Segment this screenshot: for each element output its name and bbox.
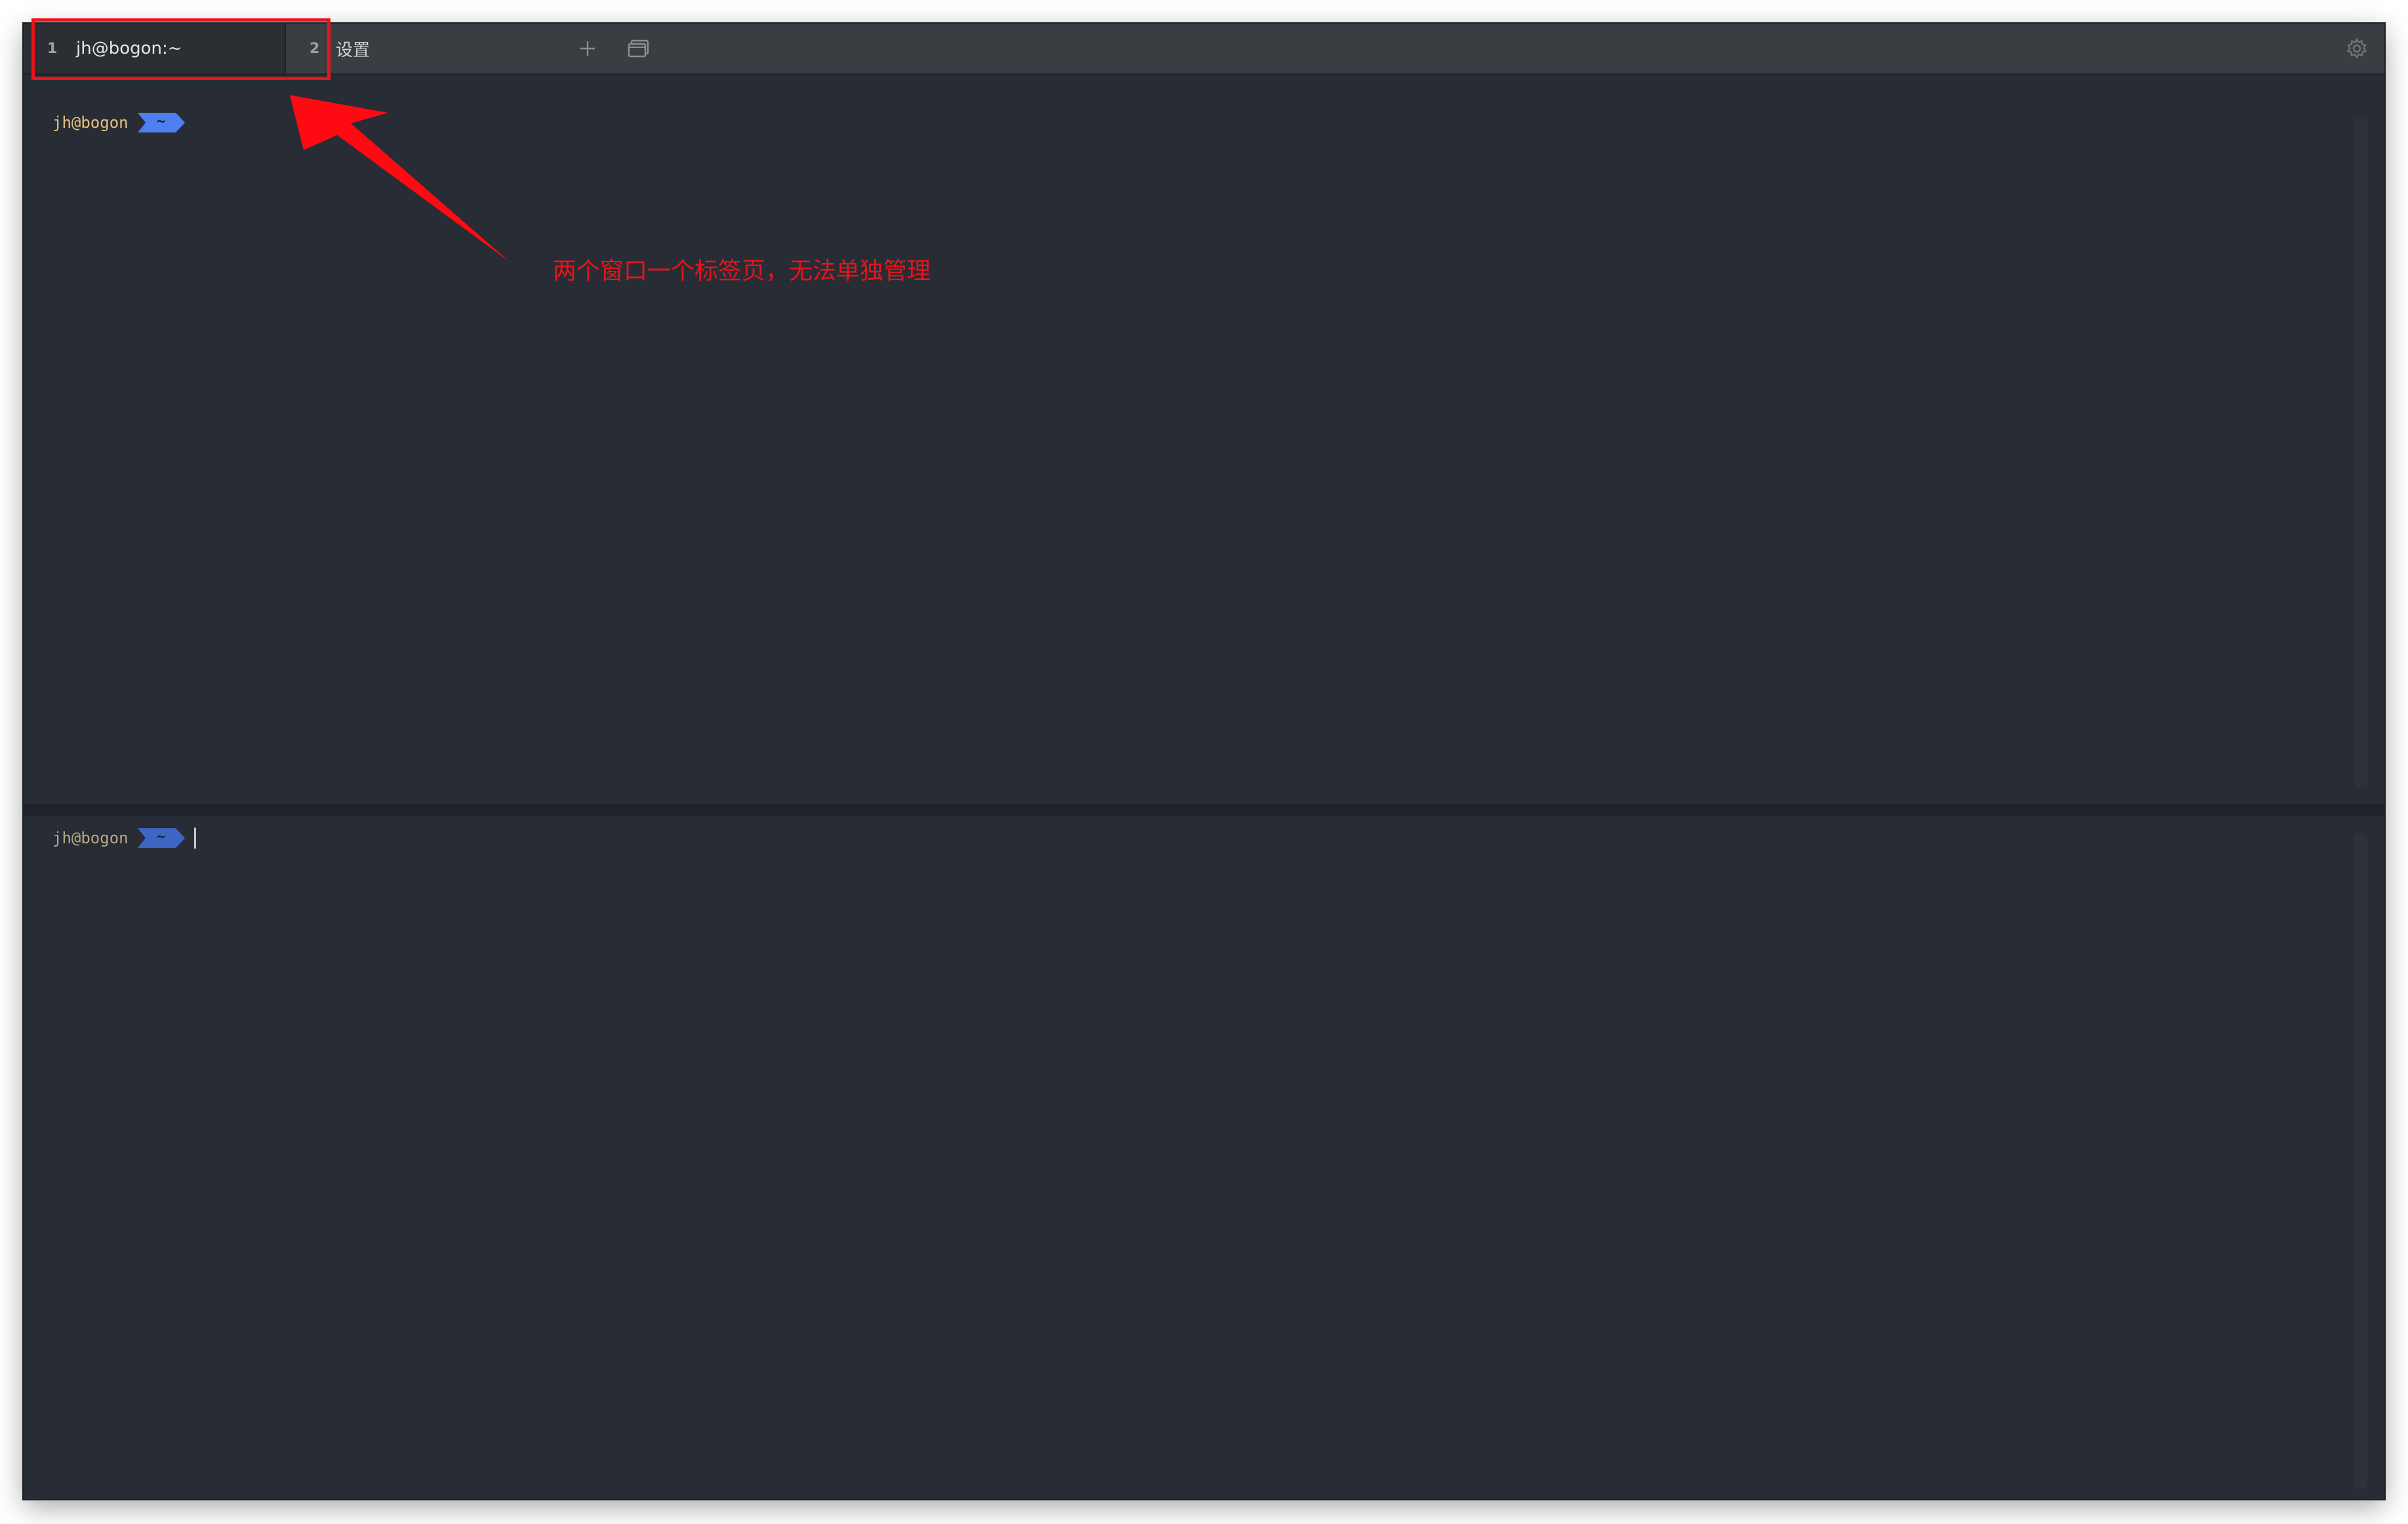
annotation-text: 两个窗口一个标签页，无法单独管理	[553, 258, 931, 285]
annotation-arrow-icon	[290, 95, 510, 262]
